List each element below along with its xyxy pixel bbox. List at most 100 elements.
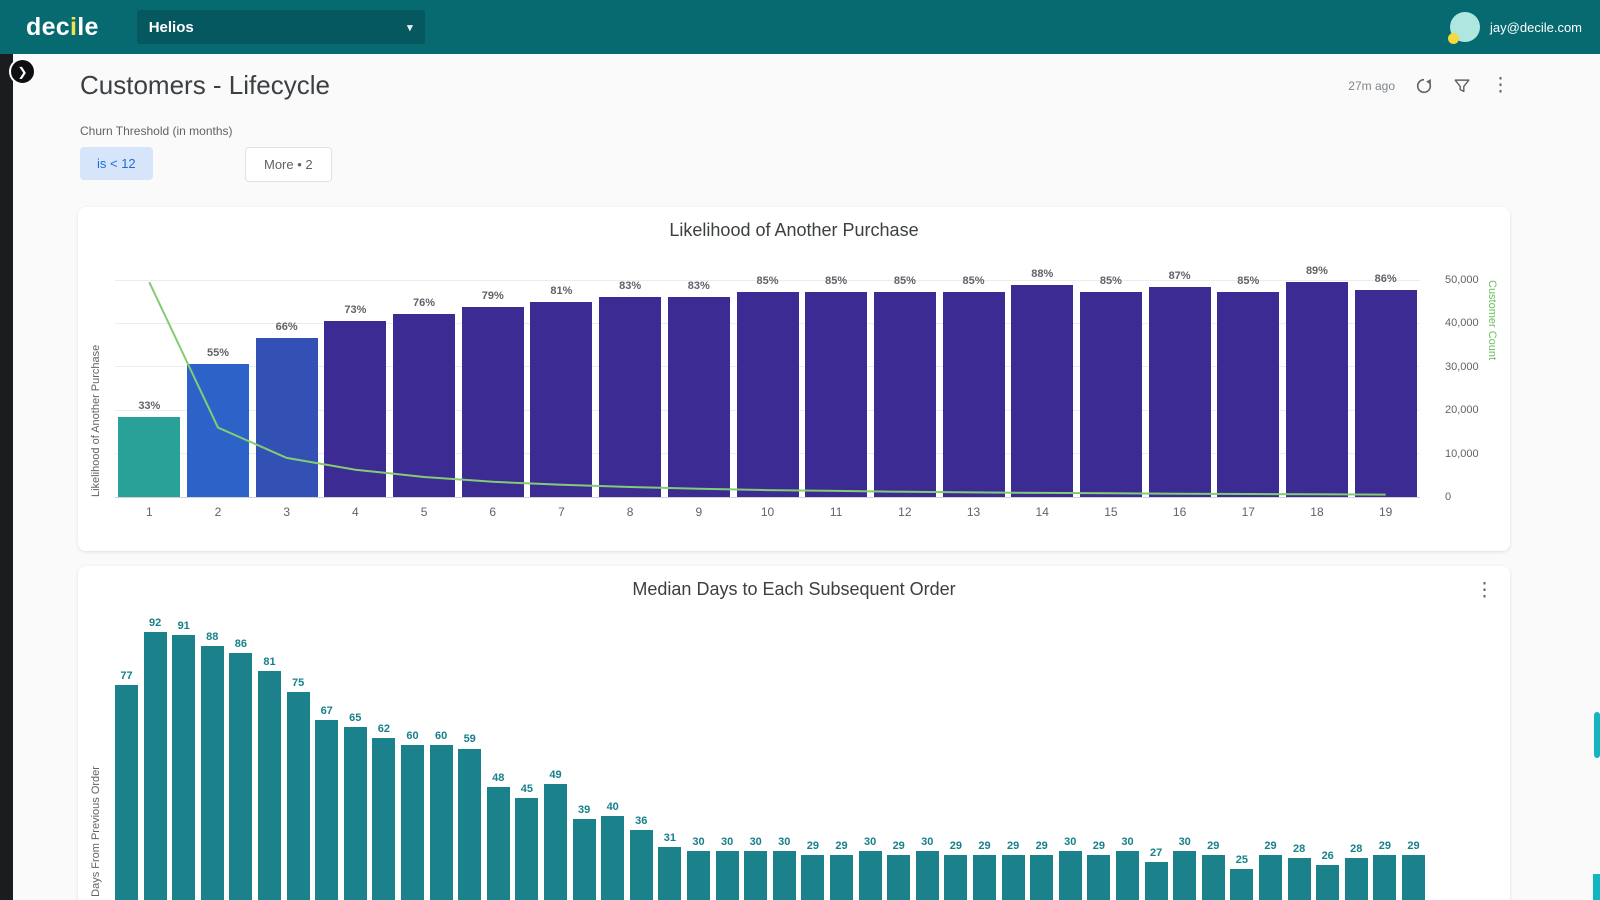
median-days-bar[interactable]: [1059, 851, 1082, 900]
median-days-bar[interactable]: [1402, 855, 1425, 900]
likelihood-bar[interactable]: [462, 307, 524, 497]
median-days-bar[interactable]: [1288, 858, 1311, 900]
likelihood-bar[interactable]: [1149, 287, 1211, 497]
bar-value-label: 85%: [939, 275, 1008, 287]
bar-value-label: 30: [856, 836, 885, 848]
median-days-bar[interactable]: [1173, 851, 1196, 900]
median-days-bar[interactable]: [344, 727, 367, 900]
median-days-bar[interactable]: [515, 798, 538, 900]
median-days-bar[interactable]: [1002, 855, 1025, 900]
median-days-bar[interactable]: [315, 720, 338, 900]
collapsed-sidebar: [0, 54, 13, 900]
median-days-bar[interactable]: [1030, 855, 1053, 900]
refresh-button[interactable]: [1415, 77, 1433, 95]
avatar[interactable]: [1450, 12, 1480, 42]
median-days-bar[interactable]: [144, 632, 167, 900]
likelihood-bar[interactable]: [1217, 292, 1279, 497]
bar-value-label: 30: [713, 836, 742, 848]
page-menu-button[interactable]: ⋮: [1491, 74, 1510, 97]
likelihood-bar[interactable]: [874, 292, 936, 497]
median-days-bar[interactable]: [687, 851, 710, 900]
chat-widget-edge[interactable]: [1593, 874, 1600, 900]
median-days-bar[interactable]: [1259, 855, 1282, 900]
bar-value-label: 30: [1056, 836, 1085, 848]
likelihood-bar[interactable]: [530, 302, 592, 497]
bar-value-label: 29: [798, 840, 827, 852]
likelihood-bar[interactable]: [1286, 282, 1348, 497]
workspace-selector[interactable]: Helios ▾: [137, 10, 425, 44]
median-days-bar[interactable]: [944, 855, 967, 900]
median-days-bar[interactable]: [773, 851, 796, 900]
median-days-bar[interactable]: [630, 830, 653, 900]
x-axis-tick: 3: [252, 505, 321, 519]
likelihood-bar[interactable]: [737, 292, 799, 497]
median-days-bar[interactable]: [1087, 855, 1110, 900]
bar-value-label: 29: [1370, 840, 1399, 852]
bar-value-label: 29: [1256, 840, 1285, 852]
median-days-bar[interactable]: [172, 635, 195, 900]
likelihood-bar[interactable]: [1080, 292, 1142, 497]
median-days-menu-button[interactable]: ⋮: [1475, 579, 1494, 602]
likelihood-bar[interactable]: [324, 321, 386, 497]
sidebar-expand-button[interactable]: ❯: [9, 58, 36, 85]
bar-value-label: 60: [398, 730, 427, 742]
median-days-bar[interactable]: [1373, 855, 1396, 900]
likelihood-bar[interactable]: [668, 297, 730, 497]
median-days-bar[interactable]: [916, 851, 939, 900]
median-days-bar[interactable]: [1316, 865, 1339, 900]
bar-value-label: 49: [541, 769, 570, 781]
median-days-bar[interactable]: [1345, 858, 1368, 900]
median-days-bar[interactable]: [973, 855, 996, 900]
bar-value-label: 85%: [1214, 275, 1283, 287]
median-days-bar[interactable]: [859, 851, 882, 900]
median-days-bar[interactable]: [1202, 855, 1225, 900]
median-days-bar[interactable]: [601, 816, 624, 900]
bar-value-label: 77: [112, 670, 141, 682]
workspace-name: Helios: [149, 19, 194, 36]
status-dot: [1448, 33, 1459, 44]
median-days-bar[interactable]: [830, 855, 853, 900]
median-days-bar[interactable]: [1230, 869, 1253, 900]
median-days-bar[interactable]: [115, 685, 138, 900]
likelihood-bar[interactable]: [1011, 285, 1073, 497]
median-days-bar[interactable]: [258, 671, 281, 900]
median-days-bar[interactable]: [658, 847, 681, 900]
bar-value-label: 30: [684, 836, 713, 848]
median-days-bar[interactable]: [1145, 862, 1168, 900]
likelihood-bar[interactable]: [187, 364, 249, 497]
x-axis-tick: 1: [115, 505, 184, 519]
median-days-bar[interactable]: [744, 851, 767, 900]
likelihood-bar[interactable]: [393, 314, 455, 497]
median-days-bar[interactable]: [573, 819, 596, 900]
likelihood-bar[interactable]: [1355, 290, 1417, 497]
median-days-bar[interactable]: [458, 749, 481, 900]
bar-value-label: 59: [455, 733, 484, 745]
bar-value-label: 29: [884, 840, 913, 852]
bar-value-label: 29: [999, 840, 1028, 852]
median-days-bar[interactable]: [544, 784, 567, 900]
median-days-bar[interactable]: [801, 855, 824, 900]
likelihood-bar[interactable]: [943, 292, 1005, 497]
x-axis-tick: 12: [871, 505, 940, 519]
x-axis-tick: 13: [939, 505, 1008, 519]
bar-value-label: 60: [427, 730, 456, 742]
likelihood-bar[interactable]: [256, 338, 318, 497]
median-days-bar[interactable]: [229, 653, 252, 900]
median-days-bar[interactable]: [1116, 851, 1139, 900]
likelihood-bar[interactable]: [599, 297, 661, 497]
median-days-bar[interactable]: [716, 851, 739, 900]
bar-value-label: 66%: [252, 321, 321, 333]
median-days-bar[interactable]: [401, 745, 424, 900]
median-days-bar[interactable]: [287, 692, 310, 900]
median-days-bar[interactable]: [487, 787, 510, 900]
median-days-bar[interactable]: [887, 855, 910, 900]
scrollbar-thumb[interactable]: [1594, 712, 1600, 758]
median-days-bar[interactable]: [372, 738, 395, 900]
filter-button[interactable]: [1453, 77, 1471, 95]
likelihood-bar[interactable]: [805, 292, 867, 497]
median-days-bar[interactable]: [201, 646, 224, 900]
median-days-bar[interactable]: [430, 745, 453, 900]
churn-threshold-chip[interactable]: is < 12: [80, 147, 153, 180]
more-filters-button[interactable]: More • 2: [245, 147, 332, 182]
likelihood-bar[interactable]: [118, 417, 180, 497]
